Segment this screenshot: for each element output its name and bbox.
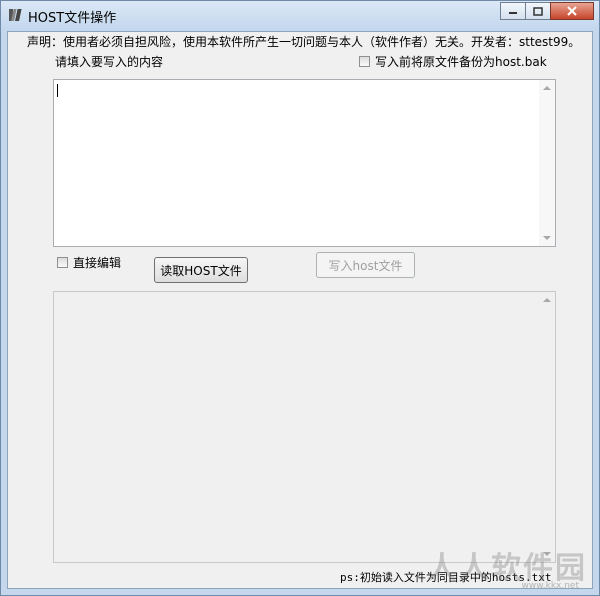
- direct-edit-checkbox[interactable]: [57, 257, 68, 268]
- client-area: 声明：使用者必须自担风险，使用本软件所产生一切问题与本人（软件作者）无关。开发者…: [7, 31, 593, 589]
- tool-icon: [9, 9, 22, 21]
- maximize-button[interactable]: [525, 2, 551, 20]
- backup-checkbox[interactable]: [359, 56, 370, 67]
- write-host-button[interactable]: 写入host文件: [316, 252, 415, 278]
- output-textarea[interactable]: [53, 291, 556, 563]
- minimize-button[interactable]: [500, 2, 526, 20]
- app-window: HOST文件操作 声明：使用者必须自担风险，使用本软件所产生一切问题与本人（软件…: [0, 0, 600, 596]
- close-icon: [567, 6, 577, 16]
- output-scrollbar[interactable]: [539, 292, 555, 562]
- text-caret: [57, 84, 58, 97]
- scroll-down-icon[interactable]: [543, 236, 551, 240]
- input-scrollbar[interactable]: [539, 80, 555, 246]
- scroll-up-icon[interactable]: [543, 86, 551, 90]
- input-textarea[interactable]: [53, 79, 556, 247]
- maximize-icon: [533, 6, 543, 16]
- read-host-button[interactable]: 读取HOST文件: [154, 257, 248, 283]
- input-prompt-label: 请填入要写入的内容: [55, 55, 164, 69]
- window-title: HOST文件操作: [28, 11, 117, 26]
- title-bar[interactable]: HOST文件操作: [1, 1, 599, 31]
- disclaimer-text: 声明：使用者必须自担风险，使用本软件所产生一切问题与本人（软件作者）无关。开发者…: [27, 35, 581, 49]
- minimize-icon: [509, 12, 517, 14]
- close-button[interactable]: [550, 2, 594, 20]
- backup-checkbox-label[interactable]: 写入前将原文件备份为host.bak: [375, 53, 547, 70]
- watermark-url: www.kkx.net: [521, 581, 580, 591]
- scroll-up-icon[interactable]: [543, 298, 551, 302]
- direct-edit-checkbox-label[interactable]: 直接编辑: [73, 254, 121, 271]
